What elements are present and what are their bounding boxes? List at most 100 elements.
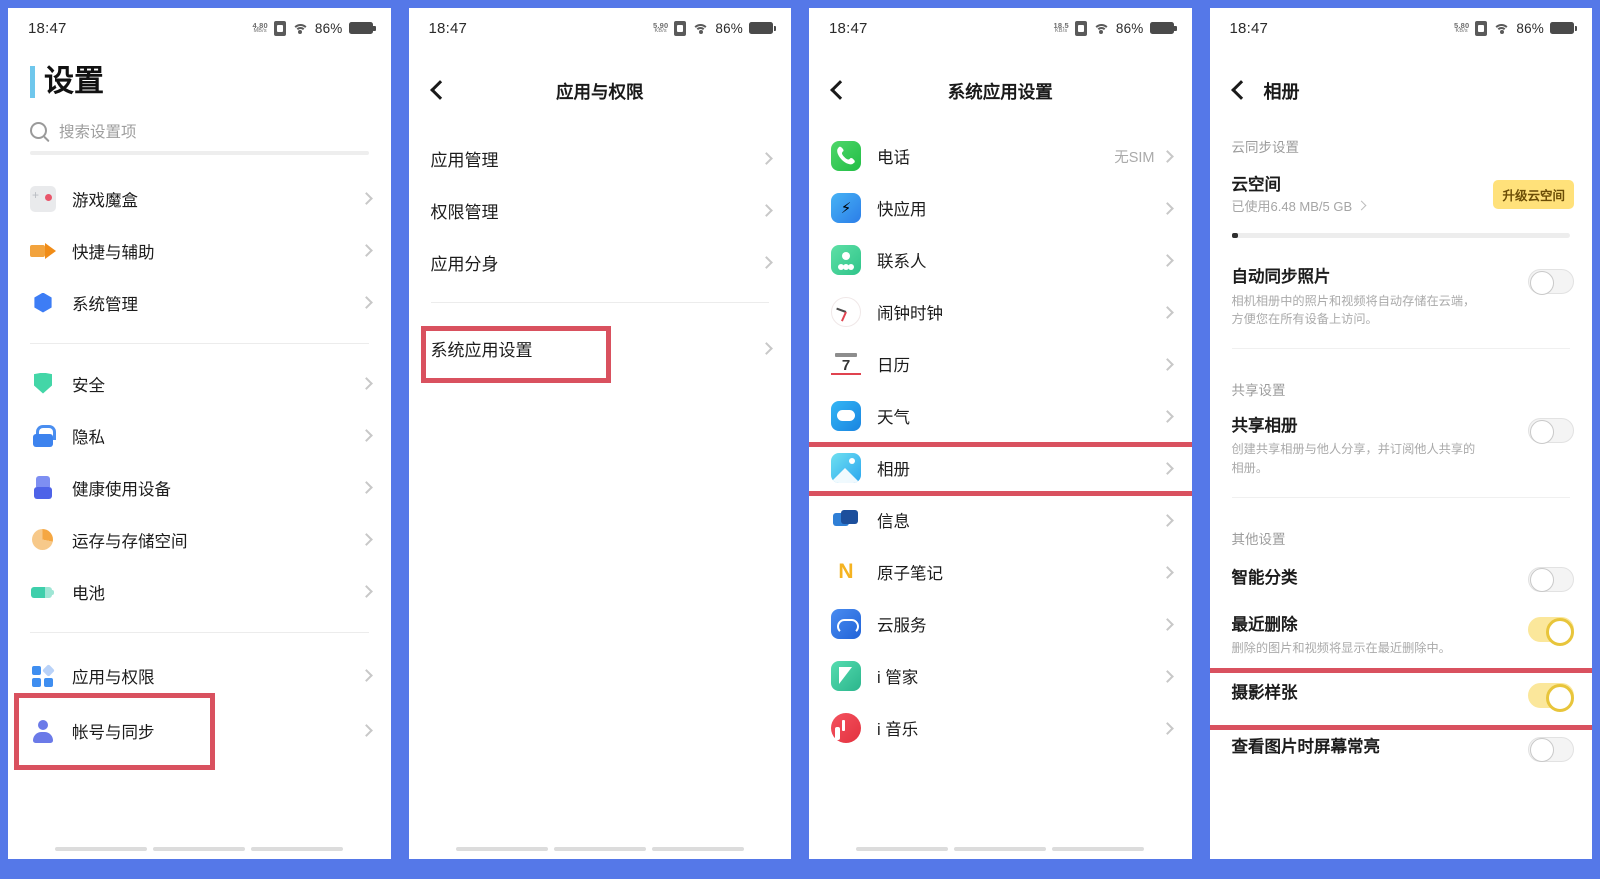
auto-sync-desc: 相机相册中的照片和视频将自动存储在云端，方便您在所有设备上访问。	[1231, 293, 1476, 326]
nav-recents-bar[interactable]	[1052, 847, 1145, 851]
list-item-clock[interactable]: 闹钟时钟	[809, 286, 1192, 338]
upgrade-cloud-space-button[interactable]: 升级云空间	[1493, 180, 1574, 210]
list-divider	[1231, 348, 1570, 350]
sidebar-item-security[interactable]: 安全	[8, 358, 391, 410]
sidebar-item-battery[interactable]: 电池	[8, 566, 391, 618]
list-item-permission-management[interactable]: 权限管理	[409, 184, 792, 236]
chevron-right-icon	[760, 151, 773, 165]
nav-home-bar[interactable]	[553, 847, 646, 851]
list-item-notes[interactable]: 原子笔记	[809, 546, 1192, 598]
nav-back-bar[interactable]	[856, 847, 949, 851]
recently-deleted-toggle[interactable]	[1528, 616, 1574, 647]
section-title-other: 其他设置	[1231, 531, 1286, 547]
list-item-auto-sync-photos[interactable]: 自动同步照片 相机相册中的照片和视频将自动存储在云端，方便您在所有设备上访问。	[1210, 260, 1593, 334]
list-item-smart-category[interactable]: 智能分类	[1210, 558, 1593, 598]
nav-recents-bar[interactable]	[651, 847, 744, 851]
list-item-recently-deleted[interactable]: 最近删除 删除的图片和视频将显示在最近删除中。	[1210, 608, 1593, 664]
list-item-label: i 管家	[877, 669, 919, 687]
list-item-contacts[interactable]: 联系人	[809, 234, 1192, 286]
page-title: 系统应用设置	[947, 81, 1053, 102]
list-item-label: 相册	[877, 461, 910, 479]
list-item-label: i 音乐	[877, 721, 919, 739]
chevron-right-icon	[1160, 461, 1174, 475]
album-app-icon	[831, 453, 861, 483]
navigation-bar[interactable]	[809, 847, 1192, 859]
nav-header: 应用与权限	[409, 62, 792, 120]
list-item-label: 云服务	[877, 617, 927, 635]
battery-icon	[348, 22, 376, 34]
imanager-app-icon	[831, 661, 861, 691]
list-item-label: 系统管理	[72, 295, 138, 314]
auto-sync-toggle[interactable]	[1528, 269, 1574, 295]
list-item-keep-screen-on[interactable]: 查看图片时屏幕常亮	[1210, 728, 1593, 768]
navigation-bar[interactable]	[409, 847, 792, 859]
clock-app-icon	[831, 297, 861, 327]
phone-panel-system-app-settings: 18:47 18.5 KB/s 86% 系统应用设置 电话 无SIM	[809, 8, 1192, 859]
sidebar-item-game-box[interactable]: 游戏魔盒	[8, 173, 391, 225]
list-item-messages[interactable]: 信息	[809, 494, 1192, 546]
photography-samples-toggle[interactable]	[1528, 682, 1574, 713]
sidebar-item-system-management[interactable]: 系统管理	[8, 277, 391, 329]
nav-header: 系统应用设置	[809, 62, 1192, 120]
system-apps-list: 电话 无SIM 快应用 联系人 闹钟时钟 日历	[809, 130, 1192, 754]
list-item-weather[interactable]: 天气	[809, 390, 1192, 442]
list-item-cloud-space[interactable]: 云空间 已使用6.48 MB/5 GB 升级云空间	[1210, 166, 1593, 221]
keep-screen-on-toggle[interactable]	[1528, 736, 1574, 763]
list-item-quick-app[interactable]: 快应用	[809, 182, 1192, 234]
back-icon[interactable]	[1228, 80, 1250, 102]
back-icon[interactable]	[427, 80, 449, 102]
digital-wellbeing-icon	[30, 475, 56, 501]
sim-card-icon	[1074, 20, 1087, 36]
nav-back-bar[interactable]	[455, 847, 548, 851]
list-item-label: 应用管理	[430, 150, 499, 170]
nav-back-bar[interactable]	[55, 847, 148, 851]
list-item-cloud-service[interactable]: 云服务	[809, 598, 1192, 650]
navigation-bar[interactable]	[8, 847, 391, 859]
sidebar-item-digital-wellbeing[interactable]: 健康使用设备	[8, 462, 391, 514]
chevron-right-icon	[359, 585, 373, 598]
list-item-label: 游戏魔盒	[72, 191, 138, 210]
battery-icon	[30, 579, 56, 605]
phone-panel-apps-permissions: 18:47 5.90 KB/s 86% 应用与权限 应用管理 权限管理 应用分身…	[408, 8, 792, 859]
sidebar-item-account-sync[interactable]: 帐号与同步	[8, 705, 391, 757]
sidebar-item-storage[interactable]: 运存与存储空间	[8, 514, 391, 566]
chevron-right-icon	[1160, 669, 1174, 683]
list-item-album[interactable]: 相册	[809, 442, 1192, 494]
search-input[interactable]: 搜索设置项	[59, 120, 137, 142]
list-item-label: 联系人	[877, 253, 927, 271]
nav-home-bar[interactable]	[954, 847, 1047, 851]
list-item-label: 运存与存储空间	[72, 532, 188, 551]
list-item-label: 权限管理	[430, 202, 499, 222]
list-item-imanager[interactable]: i 管家	[809, 650, 1192, 702]
network-speed-unit: KB/s	[654, 28, 667, 34]
settings-list-group-3: 应用与权限 帐号与同步	[8, 647, 391, 757]
list-item-imusic[interactable]: i 音乐	[809, 702, 1192, 754]
nav-recents-bar[interactable]	[251, 847, 344, 851]
nav-home-bar[interactable]	[153, 847, 246, 851]
shared-album-toggle[interactable]	[1528, 418, 1574, 444]
sidebar-item-shortcut-accessibility[interactable]: 快捷与辅助	[8, 225, 391, 277]
section-title-share: 共享设置	[1231, 383, 1286, 399]
list-item-phone[interactable]: 电话 无SIM	[809, 130, 1192, 182]
list-item-app-management[interactable]: 应用管理	[409, 132, 792, 184]
weather-app-icon	[831, 401, 861, 431]
list-item-system-app-settings[interactable]: 系统应用设置	[409, 317, 792, 379]
chevron-right-icon	[1160, 357, 1174, 371]
list-item-app-clone[interactable]: 应用分身	[409, 236, 792, 288]
list-item-photography-samples[interactable]: 摄影样张	[1210, 674, 1593, 714]
list-item-calendar[interactable]: 日历	[809, 338, 1192, 390]
sim-card-icon	[674, 20, 687, 36]
chevron-right-icon	[359, 296, 373, 309]
back-icon[interactable]	[827, 80, 849, 102]
smart-category-toggle[interactable]	[1528, 566, 1574, 593]
sidebar-item-apps-permissions[interactable]: 应用与权限	[8, 647, 391, 705]
list-item-shared-album[interactable]: 共享相册 创建共享相册与他人分享，并订阅他人共享的相册。	[1210, 409, 1593, 483]
search-box[interactable]: 搜索设置项	[30, 120, 369, 155]
cloud-space-progress-bar	[1231, 233, 1570, 239]
auto-sync-title: 自动同步照片	[1231, 268, 1331, 287]
sim-card-icon	[1475, 20, 1488, 36]
chevron-right-icon	[359, 481, 373, 494]
list-item-label: 快捷与辅助	[72, 243, 155, 262]
sidebar-item-privacy[interactable]: 隐私	[8, 410, 391, 462]
recently-deleted-desc: 删除的图片和视频将显示在最近删除中。	[1231, 641, 1451, 656]
